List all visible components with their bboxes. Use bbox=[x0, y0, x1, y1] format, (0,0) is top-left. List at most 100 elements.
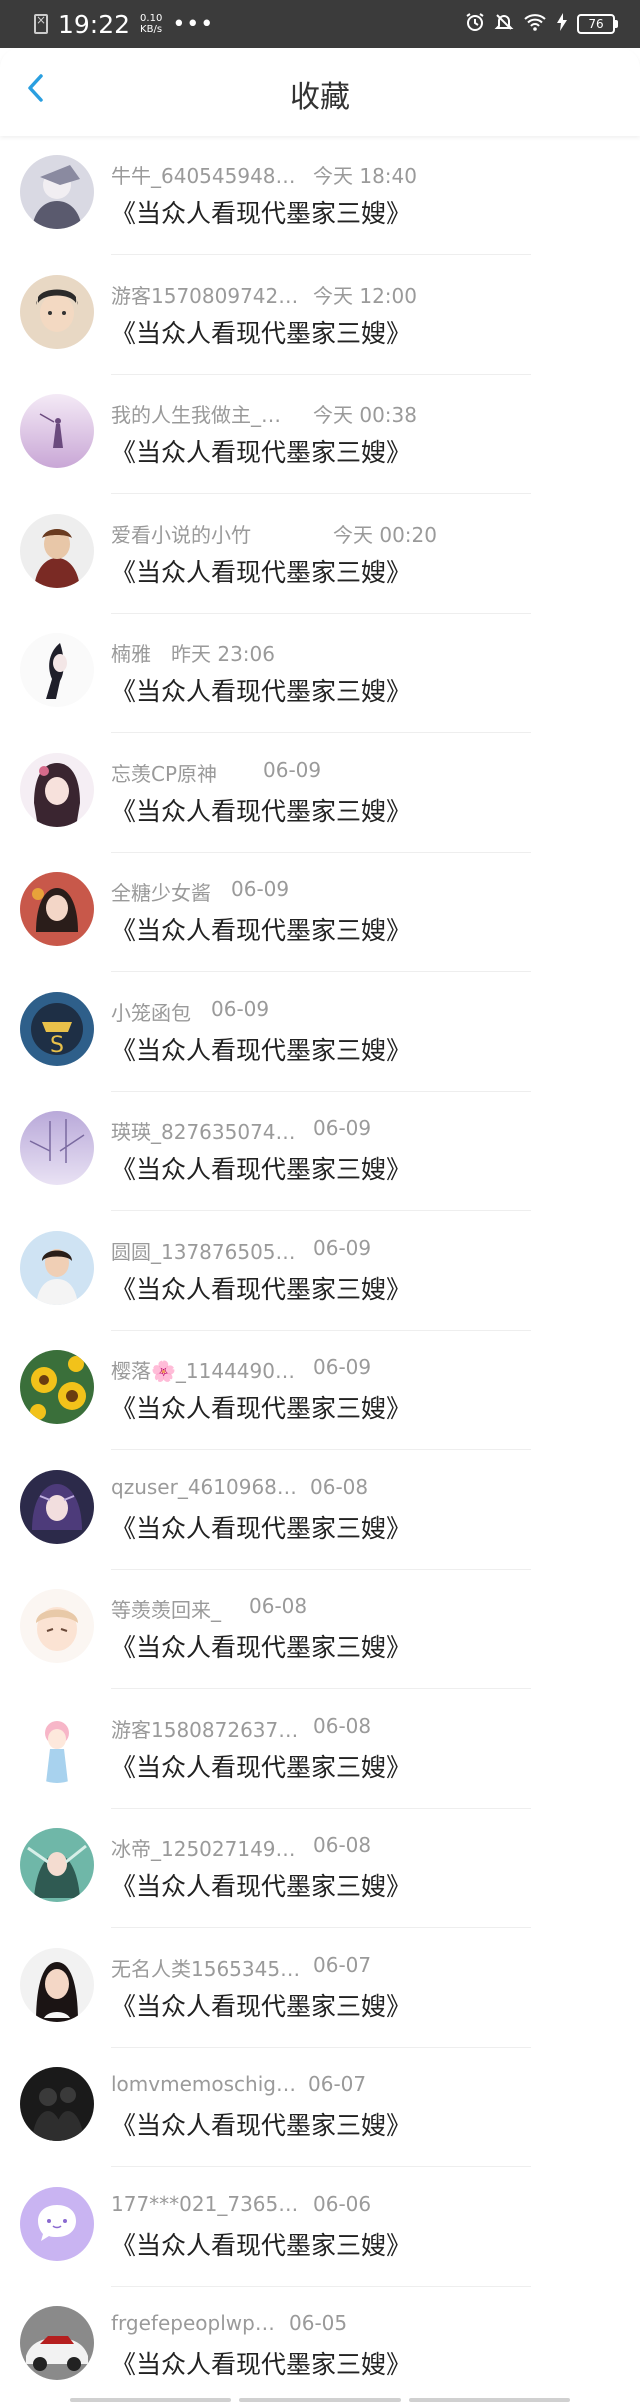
nav-bar: 收藏 bbox=[0, 48, 640, 136]
book-title[interactable]: 《当众人看现代墨家三嫂》 bbox=[111, 672, 411, 708]
avatar[interactable] bbox=[20, 274, 94, 349]
avatar[interactable] bbox=[20, 1350, 94, 1424]
list-item[interactable]: 等羡羡回来_ 06-08 《当众人看现代墨家三嫂》 bbox=[0, 1570, 640, 1690]
avatar[interactable] bbox=[20, 2067, 94, 2141]
list-item[interactable]: 我的人生我做主_… 今天 00:38 《当众人看现代墨家三嫂》 bbox=[0, 375, 640, 495]
list-item[interactable]: 游客1570809742… 今天 12:00 《当众人看现代墨家三嫂》 bbox=[0, 256, 640, 376]
timestamp: 06-09 bbox=[263, 757, 322, 782]
timestamp: 今天 12:00 bbox=[313, 283, 417, 308]
book-title[interactable]: 《当众人看现代墨家三嫂》 bbox=[111, 194, 411, 230]
list-item[interactable]: 圆圆_137876505… 06-09 《当众人看现代墨家三嫂》 bbox=[0, 1212, 640, 1332]
status-bar: 19:22 0.10 KB/s ••• 76 bbox=[0, 0, 640, 48]
list-item[interactable]: 楠雅 昨天 23:06 《当众人看现代墨家三嫂》 bbox=[0, 614, 640, 734]
charging-icon bbox=[556, 12, 568, 37]
list-item[interactable]: 177***021_73651… 06-06 《当众人看现代墨家三嫂》 bbox=[0, 2168, 640, 2288]
list-item[interactable]: qzuser_461096801 06-08 《当众人看现代墨家三嫂》 bbox=[0, 1451, 640, 1571]
timestamp: 今天 00:38 bbox=[313, 403, 417, 427]
timestamp: 06-09 bbox=[231, 877, 290, 901]
book-title[interactable]: 《当众人看现代墨家三嫂》 bbox=[111, 1509, 411, 1545]
page-title: 收藏 bbox=[290, 80, 350, 115]
timestamp: 06-09 bbox=[313, 1235, 372, 1260]
list-item[interactable]: lomvmemoschigno 06-07 《当众人看现代墨家三嫂》 bbox=[0, 2048, 640, 2168]
avatar[interactable] bbox=[20, 1947, 94, 2022]
book-title[interactable]: 《当众人看现代墨家三嫂》 bbox=[111, 911, 411, 947]
username: 无名人类1565345… bbox=[111, 1956, 301, 1981]
list-item[interactable]: 全糖少女酱 06-09 《当众人看现代墨家三嫂》 bbox=[0, 853, 640, 973]
item-meta: 游客1570809742… 今天 12:00 bbox=[111, 280, 417, 309]
list-item[interactable]: 牛牛_640545948… 今天 18:40 《当众人看现代墨家三嫂》 bbox=[0, 136, 640, 256]
avatar[interactable] bbox=[20, 2186, 94, 2261]
item-meta: 177***021_73651… 06-06 bbox=[111, 2192, 371, 2216]
timestamp: 06-08 bbox=[249, 1594, 308, 1618]
book-title[interactable]: 《当众人看现代墨家三嫂》 bbox=[111, 1270, 411, 1306]
net-speed-value: 0.10 bbox=[140, 13, 163, 24]
list-item[interactable]: 瑛瑛_827635074… 06-09 《当众人看现代墨家三嫂》 bbox=[0, 1092, 640, 1212]
username: 177***021_73651… bbox=[111, 2191, 301, 2216]
list-item[interactable]: 樱落🌸_1144490… 06-09 《当众人看现代墨家三嫂》 bbox=[0, 1331, 640, 1451]
timestamp: 06-09 bbox=[211, 996, 270, 1021]
username: 冰帝_125027149… bbox=[111, 1837, 296, 1861]
back-button[interactable] bbox=[14, 66, 58, 110]
timestamp: 06-05 bbox=[289, 2311, 348, 2335]
item-meta: 牛牛_640545948… 今天 18:40 bbox=[111, 160, 417, 189]
net-speed-unit: KB/s bbox=[140, 24, 163, 35]
list-item[interactable]: 无名人类1565345… 06-07 《当众人看现代墨家三嫂》 bbox=[0, 1929, 640, 2049]
list-item[interactable]: 游客1580872637… 06-08 《当众人看现代墨家三嫂》 bbox=[0, 1690, 640, 1810]
username: lomvmemoschigno bbox=[111, 2072, 296, 2096]
username: qzuser_461096801 bbox=[111, 1474, 298, 1499]
avatar[interactable] bbox=[20, 1708, 94, 1783]
item-meta: 冰帝_125027149… 06-08 bbox=[111, 1833, 371, 1862]
avatar[interactable]: S bbox=[20, 991, 94, 1066]
list-item[interactable]: 忘羡CP原神 06-09 《当众人看现代墨家三嫂》 bbox=[0, 734, 640, 854]
avatar[interactable] bbox=[20, 2306, 94, 2380]
book-title[interactable]: 《当众人看现代墨家三嫂》 bbox=[111, 2226, 411, 2262]
book-title[interactable]: 《当众人看现代墨家三嫂》 bbox=[111, 1389, 411, 1425]
item-meta: 忘羡CP原神 06-09 bbox=[111, 758, 321, 787]
timestamp: 06-08 bbox=[313, 1713, 372, 1738]
avatar[interactable] bbox=[20, 872, 94, 946]
timestamp: 06-06 bbox=[313, 2191, 372, 2216]
sim-missing-icon bbox=[34, 13, 48, 34]
list-item[interactable]: 爱看小说的小竹 今天 00:20 《当众人看现代墨家三嫂》 bbox=[0, 495, 640, 615]
bottom-scroll-indicator bbox=[70, 2398, 570, 2402]
avatar[interactable] bbox=[20, 1230, 94, 1305]
list-item[interactable]: frgefepeoplwpye 06-05 《当众人看现代墨家三嫂》 bbox=[0, 2287, 640, 2405]
avatar[interactable] bbox=[20, 633, 94, 707]
item-meta: qzuser_461096801 06-08 bbox=[111, 1475, 368, 1499]
username: 我的人生我做主_… bbox=[111, 403, 281, 427]
username: 游客1570809742… bbox=[111, 283, 299, 308]
item-meta: 爱看小说的小竹 今天 00:20 bbox=[111, 519, 437, 548]
book-title[interactable]: 《当众人看现代墨家三嫂》 bbox=[111, 433, 411, 469]
avatar[interactable] bbox=[20, 513, 94, 588]
timestamp: 06-08 bbox=[313, 1833, 372, 1857]
book-title[interactable]: 《当众人看现代墨家三嫂》 bbox=[111, 792, 411, 828]
list-item[interactable]: S 小笼函包 06-09 《当众人看现代墨家三嫂》 bbox=[0, 973, 640, 1093]
mute-icon bbox=[494, 12, 514, 37]
avatar[interactable] bbox=[20, 1469, 94, 1544]
book-title[interactable]: 《当众人看现代墨家三嫂》 bbox=[111, 314, 411, 350]
list-item[interactable]: 冰帝_125027149… 06-08 《当众人看现代墨家三嫂》 bbox=[0, 1809, 640, 1929]
avatar[interactable] bbox=[20, 155, 94, 229]
indicator-segment bbox=[408, 2398, 570, 2402]
item-meta: 小笼函包 06-09 bbox=[111, 997, 269, 1026]
book-title[interactable]: 《当众人看现代墨家三嫂》 bbox=[111, 553, 411, 589]
book-title[interactable]: 《当众人看现代墨家三嫂》 bbox=[111, 1867, 411, 1903]
book-title[interactable]: 《当众人看现代墨家三嫂》 bbox=[111, 1987, 411, 2023]
username: 瑛瑛_827635074… bbox=[111, 1120, 296, 1144]
username: 游客1580872637… bbox=[111, 1717, 299, 1742]
avatar[interactable] bbox=[20, 394, 94, 468]
avatar[interactable] bbox=[20, 752, 94, 827]
avatar[interactable] bbox=[20, 1111, 94, 1185]
book-title[interactable]: 《当众人看现代墨家三嫂》 bbox=[111, 2106, 411, 2142]
book-title[interactable]: 《当众人看现代墨家三嫂》 bbox=[111, 1150, 411, 1186]
avatar[interactable] bbox=[20, 1828, 94, 1902]
book-title[interactable]: 《当众人看现代墨家三嫂》 bbox=[111, 1748, 411, 1784]
favorites-list: 牛牛_640545948… 今天 18:40 《当众人看现代墨家三嫂》 游客15… bbox=[0, 136, 640, 2405]
username: 圆圆_137876505… bbox=[111, 1239, 296, 1264]
book-title[interactable]: 《当众人看现代墨家三嫂》 bbox=[111, 1031, 411, 1067]
avatar[interactable] bbox=[20, 1589, 94, 1663]
book-title[interactable]: 《当众人看现代墨家三嫂》 bbox=[111, 1628, 411, 1664]
username: 樱落🌸_1144490… bbox=[111, 1359, 295, 1383]
book-title[interactable]: 《当众人看现代墨家三嫂》 bbox=[111, 2345, 411, 2381]
status-left: 19:22 0.10 KB/s ••• bbox=[34, 10, 465, 39]
